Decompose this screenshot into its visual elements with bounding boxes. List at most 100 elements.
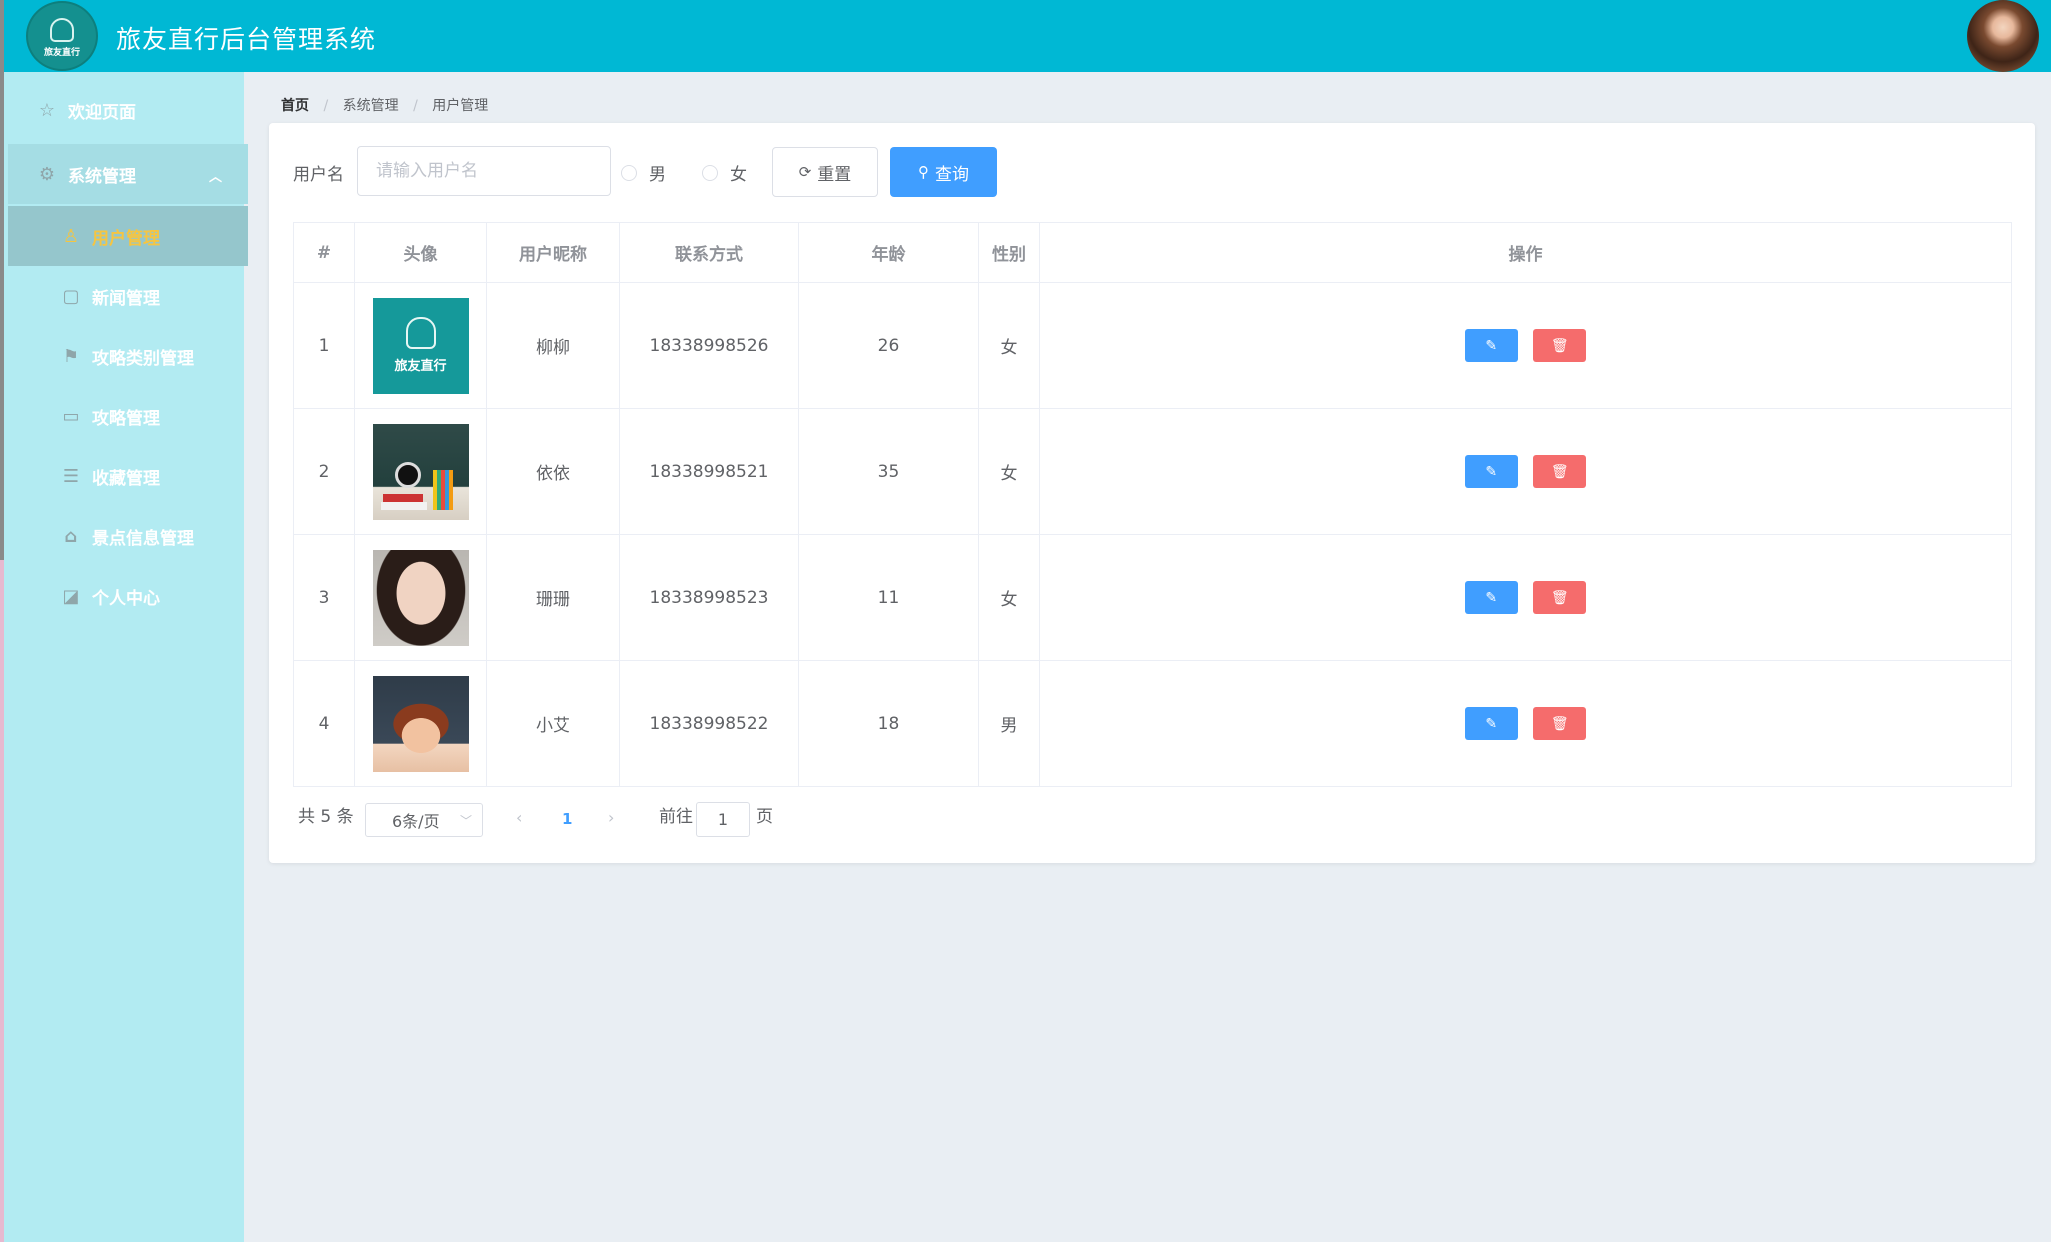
radio-circle [621, 164, 637, 181]
avatar-cell [354, 408, 487, 535]
flag-icon: ⚑ [62, 345, 80, 367]
search-icon: ⚲ [918, 163, 929, 181]
gear-icon: ⚙ [38, 163, 56, 185]
home-icon: ⌂ [64, 525, 78, 547]
edit-icon: ✎ [1485, 337, 1498, 354]
row-age: 35 [798, 408, 979, 535]
breadcrumb-system: 系统管理 [342, 98, 399, 114]
table-row: 2 依依 18338998521 35 女 ✎ 🗑 [293, 408, 2012, 535]
query-button[interactable]: ⚲ 查询 [890, 147, 997, 197]
avatar-cell: 旅友直行 [354, 282, 487, 409]
avatar-image: 旅友直行 [372, 297, 469, 394]
reset-button-label: 重置 [817, 164, 852, 185]
page-size-value: 6条/页 [392, 812, 440, 831]
table-row: 1 旅友直行 柳柳 18338998526 26 女 ✎ 🗑 [293, 282, 2012, 409]
column-header-actions: 操作 [1039, 222, 2012, 283]
edit-icon: ✎ [1485, 463, 1498, 480]
window-edge [0, 560, 4, 1242]
sidebar-item-label: 新闻管理 [92, 288, 160, 309]
row-actions: ✎ 🗑 [1039, 282, 2012, 409]
user-icon: ♙ [62, 225, 80, 247]
bookmark-icon: ☰ [62, 465, 80, 487]
avatar-cell [354, 534, 487, 661]
delete-button[interactable]: 🗑 [1533, 329, 1587, 362]
column-header-gender: 性别 [978, 222, 1040, 283]
trash-icon: 🗑 [1550, 463, 1569, 480]
row-age: 26 [798, 282, 979, 409]
column-header-avatar: 头像 [354, 222, 487, 283]
users-table: # 头像 用户昵称 联系方式 年龄 性别 操作 1 旅友直行 柳柳 183389… [293, 222, 2012, 787]
logo-text: 旅友直行 [43, 48, 80, 58]
edit-button[interactable]: ✎ [1464, 329, 1518, 362]
row-gender: 女 [978, 408, 1040, 535]
row-phone: 18338998522 [619, 660, 799, 787]
profile-icon: ◪ [62, 585, 80, 607]
sidebar-item-favorites[interactable]: ☰ 收藏管理 [8, 446, 248, 506]
table-header-row: # 头像 用户昵称 联系方式 年龄 性别 操作 [293, 222, 2012, 283]
row-nickname: 小艾 [486, 660, 620, 787]
delete-button[interactable]: 🗑 [1533, 455, 1587, 488]
column-header-phone: 联系方式 [619, 222, 799, 283]
breadcrumb-separator: / [323, 98, 329, 114]
avatar-image [372, 549, 469, 646]
delete-button[interactable]: 🗑 [1533, 707, 1587, 740]
row-age: 18 [798, 660, 979, 787]
table-row: 4 小艾 18338998522 18 男 ✎ 🗑 [293, 660, 2012, 787]
row-nickname: 依依 [486, 408, 620, 535]
prev-page-button[interactable]: ‹ [516, 808, 522, 827]
edit-button[interactable]: ✎ [1464, 707, 1518, 740]
breadcrumb: 首页 / 系统管理 / 用户管理 [281, 95, 488, 115]
sidebar-item-news[interactable]: ▢ 新闻管理 [8, 266, 248, 326]
sidebar-item-guides[interactable]: ▭ 攻略管理 [8, 386, 248, 446]
row-phone: 18338998523 [619, 534, 799, 661]
row-phone: 18338998526 [619, 282, 799, 409]
goto-label: 前往 [659, 807, 693, 827]
delete-button[interactable]: 🗑 [1533, 581, 1587, 614]
column-header-age: 年龄 [798, 222, 979, 283]
radio-label: 男 [649, 165, 666, 185]
app-title: 旅友直行后台管理系统 [116, 25, 377, 54]
app-logo: 旅友直行 [26, 1, 98, 71]
sidebar-item-scenic[interactable]: ⌂ 景点信息管理 [8, 506, 248, 566]
row-age: 11 [798, 534, 979, 661]
sidebar-item-welcome[interactable]: ☆ 欢迎页面 [8, 80, 248, 140]
row-nickname: 珊珊 [486, 534, 620, 661]
row-index: 3 [293, 534, 355, 661]
edit-button[interactable]: ✎ [1464, 581, 1518, 614]
trash-icon: 🗑 [1550, 337, 1569, 354]
goto-page-input[interactable]: 1 [696, 802, 750, 837]
card-icon: ▭ [62, 405, 80, 427]
sidebar-item-system[interactable]: ⚙ 系统管理 ︿ [8, 144, 248, 204]
reset-button[interactable]: ⟳ 重置 [772, 147, 878, 197]
sidebar-item-label: 攻略类别管理 [92, 348, 194, 369]
next-page-button[interactable]: › [608, 808, 614, 827]
page-suffix-label: 页 [756, 807, 773, 827]
query-button-label: 查询 [935, 164, 969, 185]
sidebar-item-users[interactable]: ♙ 用户管理 [8, 206, 248, 266]
page-number-current[interactable]: 1 [562, 810, 572, 828]
trash-icon: 🗑 [1550, 715, 1569, 732]
avatar-image [372, 675, 469, 772]
sidebar-item-label: 系统管理 [68, 166, 136, 187]
username-input[interactable] [357, 146, 611, 196]
edit-button[interactable]: ✎ [1464, 455, 1518, 488]
book-shape [380, 501, 427, 510]
sidebar: ☆ 欢迎页面 ⚙ 系统管理 ︿ ♙ 用户管理 ▢ 新闻管理 ⚑ 攻略类别管理 ▭… [0, 72, 248, 1242]
row-phone: 18338998521 [619, 408, 799, 535]
sidebar-item-label: 收藏管理 [92, 468, 160, 489]
user-avatar[interactable] [1967, 0, 2039, 72]
page-size-select[interactable]: 6条/页 ﹀ [365, 803, 483, 837]
avatar-cell [354, 660, 487, 787]
breadcrumb-users: 用户管理 [432, 98, 489, 114]
radio-label: 女 [730, 165, 747, 185]
sidebar-item-profile[interactable]: ◪ 个人中心 [8, 566, 248, 626]
edit-icon: ✎ [1485, 589, 1498, 606]
row-actions: ✎ 🗑 [1039, 660, 2012, 787]
sidebar-item-guide-category[interactable]: ⚑ 攻略类别管理 [8, 326, 248, 386]
sidebar-item-label: 个人中心 [92, 588, 160, 609]
gender-male-radio[interactable]: 男 [621, 160, 666, 185]
sidebar-item-label: 攻略管理 [92, 408, 160, 429]
breadcrumb-separator: / [413, 98, 418, 114]
gender-female-radio[interactable]: 女 [702, 160, 747, 185]
breadcrumb-home[interactable]: 首页 [281, 98, 309, 114]
